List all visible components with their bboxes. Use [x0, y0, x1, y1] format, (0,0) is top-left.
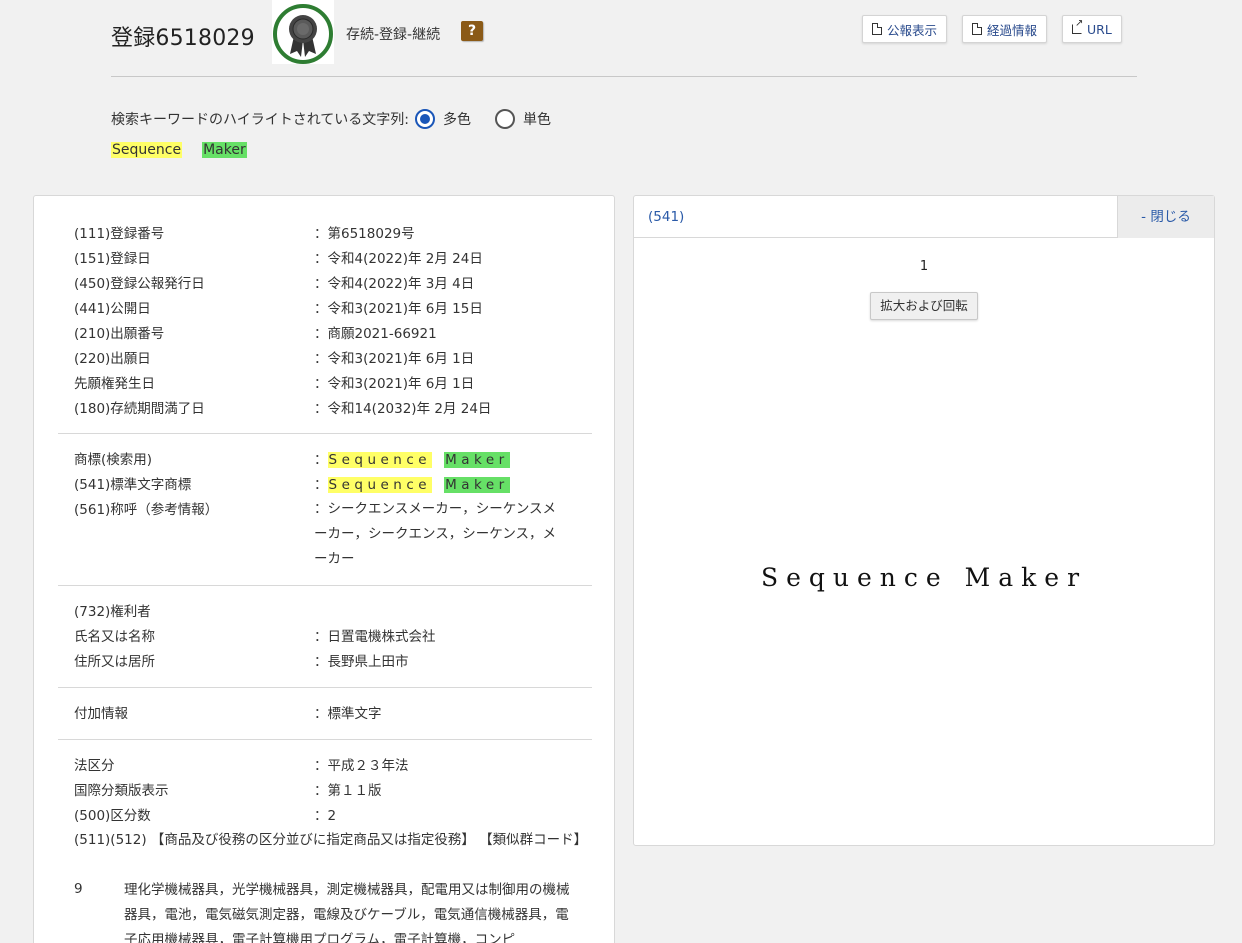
zoom-rotate-button[interactable]: 拡大および回転 [870, 292, 978, 320]
highlight-keywords: Sequence Maker [111, 142, 247, 158]
section-divider [58, 687, 592, 688]
gazette-display-label: 公報表示 [887, 22, 938, 38]
section-divider [58, 433, 592, 434]
detail-row: (180)存続期間満了日 ：令和14(2032)年 2月 24日 [74, 401, 492, 417]
detail-row: (111)登録番号 ：第6518029号 [74, 226, 415, 242]
multicolor-label: 多色 [443, 112, 472, 128]
detail-row: 商標(検索用) ：Sequence Maker [74, 448, 584, 473]
detail-row: 法区分 ：平成２３年法 [74, 758, 409, 774]
image-panel-header: (541) - 閉じる [634, 196, 1214, 238]
trademark-image: Sequence Maker [760, 563, 1088, 592]
detail-row: 国際分類版表示 ：第１１版 [74, 783, 382, 799]
detail-row: (450)登録公報発行日 ：令和4(2022)年 3月 4日 [74, 276, 475, 292]
registered-medal-icon [272, 0, 334, 64]
image-panel-title: (541) [648, 209, 685, 225]
page-header: 登録6518029 存続-登録-継続 ? 公報表示 経過情報 URL [111, 0, 1137, 77]
goods-services-heading: (511)(512) 【商品及び役務の区分並びに指定商品又は指定役務】 【類似群… [74, 832, 588, 848]
detail-row: (561)称呼（参考情報） ：シークエンスメーカー，シーケンスメーカー，シークエ… [74, 501, 557, 567]
highlight-mode-label: 検索キーワードのハイライトされている文字列: [111, 112, 410, 128]
url-label: URL [1087, 21, 1112, 37]
image-page-number: 1 [919, 259, 929, 274]
highlight-mode-selector: 検索キーワードのハイライトされている文字列: 多色 単色 [111, 107, 551, 131]
detail-row: 氏名又は名称 ：日置電機株式会社 [74, 629, 436, 645]
detail-row: (500)区分数 ：2 [74, 808, 337, 824]
detail-row: 住所又は居所 ：長野県上田市 [74, 654, 409, 670]
detail-row: (441)公開日 ：令和3(2021)年 6月 15日 [74, 301, 483, 317]
standard-mark-value: ：Sequence Maker [314, 477, 510, 493]
mark-search-value: ：Sequence Maker [314, 452, 510, 468]
detail-row: (541)標準文字商標 ：Sequence Maker [74, 473, 584, 498]
detail-row: 先願権発生日 ：令和3(2021)年 6月 1日 [74, 376, 475, 392]
section-divider [58, 739, 592, 740]
single-color-radio[interactable] [495, 109, 516, 129]
goods-class-description: 理化学機械器具，光学機械器具，測定機械器具，配電用又は制御用の機械器具，電池，電… [124, 882, 570, 943]
help-icon[interactable]: ? [461, 21, 483, 41]
document-icon [872, 23, 882, 35]
url-button[interactable]: URL [1062, 15, 1122, 43]
detail-row: (151)登録日 ：令和4(2022)年 2月 24日 [74, 251, 483, 267]
keyword-chip: Maker [202, 142, 247, 158]
section-divider [58, 585, 592, 586]
registration-details-panel: (111)登録番号 ：第6518029号 (151)登録日 ：令和4(2022)年 … [33, 195, 615, 943]
keyword-highlight: Maker [444, 452, 510, 468]
detail-row: 付加情報 ：標準文字 [74, 706, 382, 722]
gazette-display-button[interactable]: 公報表示 [862, 15, 948, 43]
multicolor-radio[interactable] [415, 109, 436, 129]
close-button[interactable]: - 閉じる [1117, 196, 1214, 238]
status-label: 存続-登録-継続 [346, 27, 441, 43]
detail-row: (220)出願日 ：令和3(2021)年 6月 1日 [74, 351, 475, 367]
progress-info-button[interactable]: 経過情報 [962, 15, 1048, 43]
keyword-highlight: Sequence [327, 477, 433, 493]
document-icon [972, 23, 982, 35]
mark-image-panel: (541) - 閉じる 1 拡大および回転 Sequence Maker [633, 195, 1215, 846]
keyword-chip: Sequence [111, 142, 183, 158]
goods-class-number: 9 [74, 881, 83, 897]
page-title: 登録6518029 [111, 26, 255, 51]
keyword-highlight: Maker [444, 477, 510, 493]
detail-row: (210)出願番号 ：商願2021-66921 [74, 326, 437, 342]
external-link-icon [1072, 18, 1083, 34]
keyword-highlight: Sequence [327, 452, 433, 468]
single-color-label: 単色 [523, 112, 552, 128]
detail-row: (732)権利者 [74, 604, 151, 620]
progress-info-label: 経過情報 [987, 22, 1038, 38]
